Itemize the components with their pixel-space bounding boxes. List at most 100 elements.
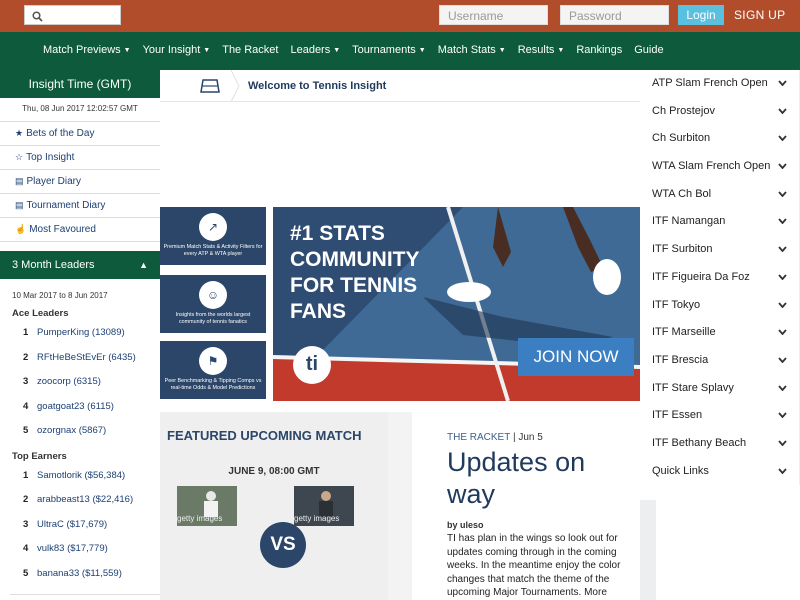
promo-image[interactable]: #1 STATS COMMUNITY FOR TENNIS FANS ti JO… [273,207,640,401]
chevron-down-icon[interactable] [778,181,787,208]
feature-box[interactable]: ⚑ Peer Benchmarking & Tipping Comps vs re… [160,341,266,399]
player-two-photo[interactable]: getty images [294,486,354,526]
nav-item-match-stats[interactable]: Match Stats ▼ [438,44,506,56]
leader-row[interactable]: 1 Samotlorik ($56,384) [0,464,160,489]
tournament-item-quick-links[interactable]: Quick Links [640,457,800,486]
leader-name[interactable]: banana33 ($11,559) [37,568,122,579]
racket-article-card[interactable]: THE RACKET | Jun 5 Updates on way by ule… [412,412,640,600]
leader-rank: 2 [23,351,29,363]
nav-item-match-previews[interactable]: Match Previews ▼ [43,44,131,56]
nav-item-label: Results [517,44,555,56]
search-input[interactable] [24,5,121,25]
nav-item-guide[interactable]: Guide [634,44,663,56]
chevron-down-icon[interactable] [778,458,787,485]
leader-name[interactable]: zoocorp (6315) [37,376,101,387]
breadcrumb-separator-icon [230,70,240,102]
nav-item-leaders[interactable]: Leaders ▼ [290,44,340,56]
feature-box[interactable]: ☺ Insights from the worlds largest commun… [160,275,266,333]
court-icon[interactable] [200,79,220,93]
leader-row[interactable]: 2 arabbeast13 ($22,416) [0,488,160,513]
sidebar-item-label: Player Diary [26,176,81,187]
leaders-panel-header[interactable]: 3 Month Leaders ▲ [0,251,160,279]
nav-item-tournaments[interactable]: Tournaments ▼ [352,44,426,56]
tournament-item-ch-prostejov[interactable]: Ch Prostejov [640,97,800,126]
chevron-down-icon[interactable] [778,292,787,319]
chevron-down-icon[interactable] [778,347,787,374]
tournament-item-itf-figueira-da-foz[interactable]: ITF Figueira Da Foz [640,263,800,292]
tournament-item-wta-ch-bol[interactable]: WTA Ch Bol [640,180,800,209]
chevron-down-icon[interactable] [778,236,787,263]
chevron-down-icon[interactable] [778,430,787,457]
tournament-item-atp-slam-french-open[interactable]: ATP Slam French Open [640,70,800,98]
sidebar-item-tournament-diary[interactable]: ▤ Tournament Diary [0,194,160,218]
chevron-down-icon[interactable] [778,153,787,180]
leader-name[interactable]: RFtHeBeStEvEr (6435) [37,352,136,363]
leader-name[interactable]: arabbeast13 ($22,416) [37,494,133,505]
leader-name[interactable]: vulk83 ($17,779) [37,543,108,554]
password-field[interactable]: Password [560,5,669,25]
tournament-item-ch-surbiton[interactable]: Ch Surbiton [640,125,800,154]
player-one-photo[interactable]: getty images [177,486,237,526]
nav-item-results[interactable]: Results ▼ [518,44,565,56]
tournament-item-itf-tokyo[interactable]: ITF Tokyo [640,291,800,320]
featured-match-card[interactable]: FEATURED UPCOMING MATCH JUNE 9, 08:00 GM… [160,412,388,600]
chevron-down-icon[interactable] [778,98,787,125]
article-section[interactable]: THE RACKET [447,432,510,443]
leader-row[interactable]: 3 zoocorp (6315) [0,370,160,395]
chevron-down-icon[interactable] [778,264,787,291]
tournament-item-itf-surbiton[interactable]: ITF Surbiton [640,236,800,264]
tournament-item-itf-namangan[interactable]: ITF Namangan [640,208,800,237]
chevron-down-icon[interactable] [778,208,787,235]
photo-credit: getty images [177,514,223,523]
tournament-label: WTA Slam French Open [652,160,771,173]
chevron-up-icon[interactable]: ▲ [139,251,148,279]
leader-row[interactable]: 4 vulk83 ($17,779) [0,537,160,562]
star-filled-icon: ★ [15,128,24,138]
sidebar-item-label: Top Insight [26,152,75,163]
tournament-item-itf-marseille[interactable]: ITF Marseille [640,319,800,347]
main-nav: Match Previews ▼ Your Insight ▼ The Racket Le… [0,32,800,70]
nav-item-your-insight[interactable]: Your Insight ▼ [143,44,211,56]
sidebar-item-label: Most Favoured [29,224,96,235]
chevron-down-icon[interactable] [778,402,787,429]
sidebar-item-player-diary[interactable]: ▤ Player Diary [0,170,160,194]
chevron-down-icon[interactable] [778,70,787,97]
sidebar-item-most-favoured[interactable]: ☝ Most Favoured [0,218,160,242]
leader-row[interactable]: 1 PumperKing (13089) [0,321,160,346]
tournament-label: Ch Prostejov [652,104,715,117]
tournament-item-wta-slam-french-open[interactable]: WTA Slam French Open [640,153,800,181]
leader-rank: 3 [23,518,29,530]
nav-item-label: Match Stats [437,44,496,56]
search-icon[interactable] [32,9,43,27]
leader-row[interactable]: 5 ozorgnax (5867) [0,419,160,444]
feature-box[interactable]: ↗ Premium Match Stats & Activity Filters … [160,207,266,265]
tournament-label: ITF Figueira Da Foz [652,270,750,283]
username-field[interactable]: Username [439,5,548,25]
login-button[interactable]: Login [678,5,724,25]
chevron-down-icon[interactable] [778,125,787,152]
nav-item-the-racket[interactable]: The Racket [222,44,278,56]
tournament-item-itf-essen[interactable]: ITF Essen [640,402,800,430]
chevron-down-icon[interactable] [778,375,787,402]
leader-row[interactable]: 4 goatgoat23 (6115) [0,395,160,420]
leader-row[interactable]: 3 UltraC ($17,679) [0,513,160,538]
join-now-button[interactable]: JOIN NOW [518,338,634,376]
sidebar-item-bets-of-the-day[interactable]: ★ Bets of the Day [0,122,160,146]
signup-link[interactable]: SIGN UP [734,8,785,22]
leader-name[interactable]: Samotlorik ($56,384) [37,470,125,481]
leader-row[interactable]: 2 RFtHeBeStEvEr (6435) [0,346,160,371]
right-sidebar: ATP Slam French Open Ch Prostejov Ch Surbi… [640,70,800,486]
nav-item-rankings[interactable]: Rankings [576,44,622,56]
leader-name[interactable]: PumperKing (13089) [37,327,125,338]
leader-name[interactable]: UltraC ($17,679) [37,519,107,530]
leader-row[interactable]: 5 banana33 ($11,559) [0,562,160,587]
chevron-down-icon[interactable] [778,319,787,346]
tournament-item-itf-stare-splavy[interactable]: ITF Stare Splavy [640,374,800,403]
leader-name[interactable]: ozorgnax (5867) [37,425,106,436]
promo-banner[interactable]: ↗ Premium Match Stats & Activity Filters … [160,207,640,401]
tournament-item-itf-brescia[interactable]: ITF Brescia [640,346,800,375]
article-title[interactable]: Updates on way [447,446,627,510]
tournament-item-itf-bethany-beach[interactable]: ITF Bethany Beach [640,429,800,458]
leader-name[interactable]: goatgoat23 (6115) [37,401,114,412]
sidebar-item-top-insight[interactable]: ☆ Top Insight [0,146,160,170]
